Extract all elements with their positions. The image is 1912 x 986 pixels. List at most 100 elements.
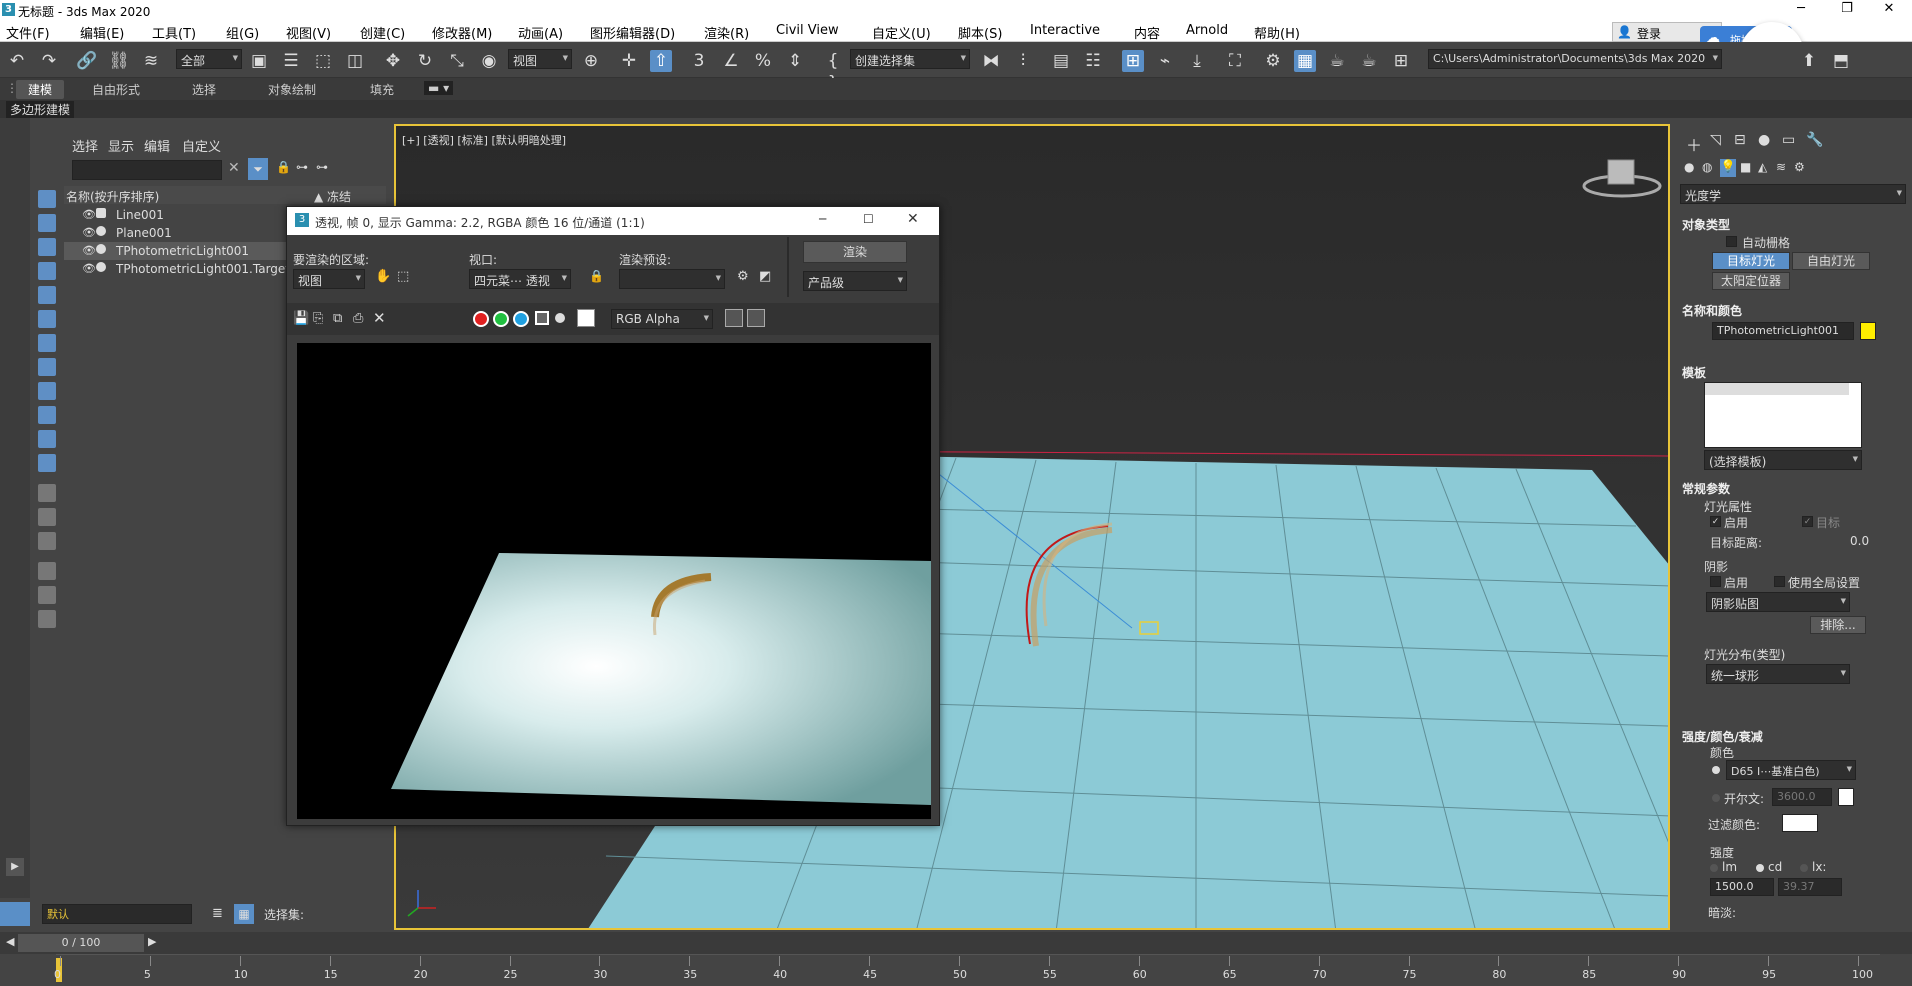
distribution-dropdown[interactable]: 统一球形 [1706,664,1850,684]
select-by-name-icon[interactable]: ☰ [280,50,302,72]
area-to-render-dropdown[interactable]: 视图 [293,269,365,289]
percent-snap-icon[interactable]: % [752,50,774,72]
render-iterative-icon[interactable]: ☕ [1326,50,1348,72]
menu-tools[interactable]: 工具(T) [152,23,196,42]
ref-coord-dropdown[interactable]: 视图 [508,49,572,69]
menu-help[interactable]: 帮助(H) [1254,23,1300,42]
pivot-center-icon[interactable]: ⊕ [580,50,602,72]
save-icon[interactable]: 💾 [293,311,309,326]
link-icon[interactable]: 🔗 [76,50,98,72]
display-tab-icon[interactable]: ▭ [1782,132,1795,148]
scene-search-input[interactable] [72,160,222,180]
kelvin-radio[interactable] [1712,794,1720,802]
filter-toggle-icon[interactable]: ⏷ [248,158,268,180]
scale-icon[interactable]: ⤡ [446,50,468,72]
scene-menu-customize[interactable]: 自定义 [182,136,221,155]
ribbon-tab-freeform[interactable]: 自由形式 [92,81,140,98]
channel-dropdown[interactable]: RGB Alpha [611,309,713,329]
quick-access-icon[interactable] [0,902,30,926]
intensity-title[interactable]: 强度/颜色/衰减 [1682,730,1763,744]
menu-edit[interactable]: 编辑(E) [80,23,124,42]
use-global-checkbox[interactable] [1774,576,1785,587]
mono-icon[interactable] [555,313,565,323]
filter-color-swatch[interactable] [1782,814,1818,832]
menu-group[interactable]: 组(G) [226,23,259,42]
header-name[interactable]: 名称(按升序排序) [66,188,159,205]
menu-view[interactable]: 视图(V) [286,23,331,42]
containers-toggle-icon[interactable] [38,610,56,628]
bind-spacewarp-icon[interactable]: ≋ [140,50,162,72]
name-color-title[interactable]: 名称和颜色 [1682,304,1742,318]
print-icon[interactable]: ⎙ [353,311,363,326]
menu-content[interactable]: 内容 [1134,23,1160,42]
object-type-title[interactable]: 对象类型 [1682,218,1730,232]
clone-icon[interactable]: ⧉ [333,311,342,326]
region-icon[interactable]: ⬚ [397,269,409,284]
render-button[interactable]: 渲染 [803,241,907,263]
visibility-eye-icon[interactable]: 👁 [82,208,96,221]
lock-icon[interactable]: 🔒 [276,160,291,174]
scene-menu-display[interactable]: 显示 [108,136,134,155]
display-lights-icon[interactable] [38,238,56,256]
maximize-icon[interactable]: ☐ [863,212,874,226]
display-hidden-icon[interactable] [38,454,56,472]
display-frozen-icon[interactable] [38,430,56,448]
lock-icon[interactable]: 🔒 [589,269,604,283]
menu-civil-view[interactable]: Civil View [776,23,839,38]
angle-snap-icon[interactable]: ∠ [720,50,742,72]
modify-tab-icon[interactable]: ◹ [1710,132,1721,148]
visibility-eye-icon[interactable]: 👁 [82,226,96,239]
menu-animation[interactable]: 动画(A) [518,23,563,42]
hierarchy-tab-icon[interactable]: ⊟ [1734,132,1746,148]
display-toggle-icon[interactable] [725,309,743,327]
menu-interactive[interactable]: Interactive [1030,23,1100,38]
color-preset-dropdown[interactable]: D65 I⋯基准白色) [1726,760,1856,780]
close-icon[interactable]: ✕ [907,211,919,227]
keyboard-shortcut-icon[interactable]: ⇧ [650,50,672,72]
menu-create[interactable]: 创建(C) [360,23,405,42]
scene-menu-edit[interactable]: 编辑 [144,136,170,155]
red-channel-icon[interactable] [473,311,489,327]
utilities-tab-icon[interactable]: 🔧 [1806,132,1823,148]
polygon-modeling-label[interactable]: 多边形建模 [6,101,75,118]
template-item[interactable] [1705,383,1849,395]
display-geometry-icon[interactable] [38,190,56,208]
display-none-icon[interactable] [38,508,56,526]
mirror-icon[interactable]: ⧓ [980,50,1002,72]
frame-counter[interactable]: 0 / 100 [18,934,144,952]
render-preset-dropdown[interactable] [619,269,725,289]
viewport-dropdown[interactable]: 四元菜⋯ 透视 [469,269,571,289]
select-object-icon[interactable]: ▣ [248,50,270,72]
move-icon[interactable]: ✥ [382,50,404,72]
render-setup-icon[interactable]: ⛶ [1224,50,1246,72]
render-production-icon[interactable]: ▦ [1294,50,1316,72]
header-frozen[interactable]: ▲ 冻结 [314,188,351,205]
display-cameras-icon[interactable] [38,262,56,280]
menu-modifiers[interactable]: 修改器(M) [432,23,492,42]
autogrid-checkbox[interactable] [1726,236,1737,247]
menu-rendering[interactable]: 渲染(R) [704,23,749,42]
display-all-icon[interactable] [38,484,56,502]
alpha-channel-icon[interactable] [535,311,549,325]
display-groups-icon[interactable] [38,334,56,352]
spinner-snap-icon[interactable]: ⇕ [784,50,806,72]
track-bar[interactable]: 0 5 10 15 20 25 30 35 40 45 50 55 60 65 70 75 80 85 90 95 10… [0,954,1912,986]
hierarchy-icon[interactable]: ⊶ [296,160,308,174]
filter-icon[interactable] [38,562,56,580]
minimize-icon[interactable]: ─ [1778,0,1824,20]
prev-frame-icon[interactable]: ◀ [6,935,14,948]
rendered-frame-window-icon[interactable]: ⚙ [1262,50,1284,72]
visibility-eye-icon[interactable]: 👁 [82,262,96,275]
selection-filter-dropdown[interactable]: 全部 [176,49,242,69]
display-spacewarps-icon[interactable] [38,310,56,328]
object-name-input[interactable]: TPhotometricLight001 [1712,322,1854,340]
blue-channel-icon[interactable] [513,311,529,327]
target-checkbox[interactable]: ✓ [1802,516,1813,527]
unlink-icon[interactable]: ⛓ [108,50,130,72]
menu-arnold[interactable]: Arnold [1186,23,1228,38]
motion-tab-icon[interactable]: ● [1758,132,1770,148]
align-icon[interactable]: ⫶ [1012,50,1034,72]
object-color-swatch[interactable] [1860,322,1876,340]
funnel-icon[interactable] [38,586,56,604]
display-containers-icon[interactable] [38,406,56,424]
